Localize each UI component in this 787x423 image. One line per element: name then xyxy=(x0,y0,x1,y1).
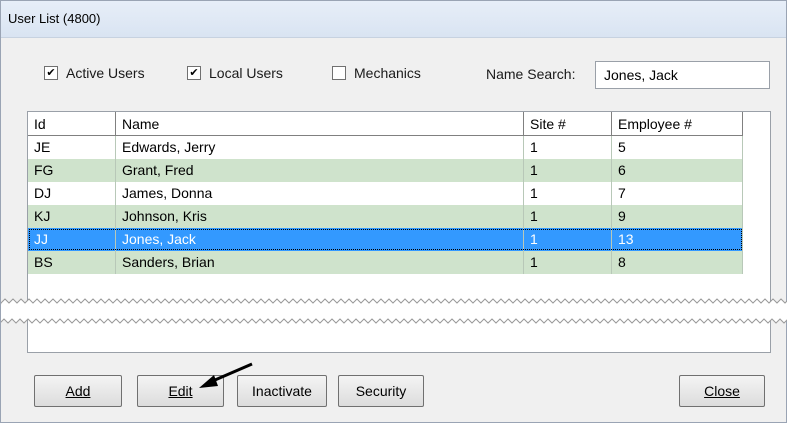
mechanics-check-icon xyxy=(332,66,346,80)
table-row[interactable]: KJ Johnson, Kris 1 9 xyxy=(28,205,743,228)
user-list-window: User List (4800) ✔ Active Users ✔ Local … xyxy=(0,0,787,423)
add-button[interactable]: Add xyxy=(34,375,122,407)
cell-id: JE xyxy=(28,136,116,159)
cell-id: KJ xyxy=(28,205,116,228)
cell-site: 1 xyxy=(524,182,612,205)
cell-name: Grant, Fred xyxy=(116,159,524,182)
column-header-site[interactable]: Site # xyxy=(524,112,612,136)
local-users-checkbox[interactable]: ✔ Local Users xyxy=(187,65,283,81)
cell-site: 1 xyxy=(524,159,612,182)
local-users-check-icon: ✔ xyxy=(187,66,201,80)
table-row[interactable]: JJ Jones, Jack 1 13 xyxy=(28,228,743,251)
cell-name: Sanders, Brian xyxy=(116,251,524,274)
table-row[interactable]: JE Edwards, Jerry 1 5 xyxy=(28,136,743,159)
cell-employee: 5 xyxy=(612,136,743,159)
close-button[interactable]: Close xyxy=(679,375,765,407)
cell-name: Johnson, Kris xyxy=(116,205,524,228)
cell-employee: 9 xyxy=(612,205,743,228)
table-header: Id Name Site # Employee # xyxy=(28,112,743,136)
cell-name: James, Donna xyxy=(116,182,524,205)
close-button-label: Close xyxy=(704,383,740,399)
security-button-label: Security xyxy=(355,383,407,399)
active-users-label: Active Users xyxy=(66,65,145,81)
table-row[interactable]: BS Sanders, Brian 1 8 xyxy=(28,251,743,274)
column-header-name[interactable]: Name xyxy=(116,112,524,136)
torn-edge-divider xyxy=(1,298,787,324)
cell-site: 1 xyxy=(524,251,612,274)
security-button[interactable]: Security xyxy=(338,375,424,407)
active-users-checkbox[interactable]: ✔ Active Users xyxy=(44,65,145,81)
cell-employee: 6 xyxy=(612,159,743,182)
cell-employee: 8 xyxy=(612,251,743,274)
table-row[interactable]: FG Grant, Fred 1 6 xyxy=(28,159,743,182)
window-title: User List (4800) xyxy=(8,11,101,26)
cell-name: Jones, Jack xyxy=(116,228,524,251)
local-users-label: Local Users xyxy=(209,65,283,81)
column-header-id[interactable]: Id xyxy=(28,112,116,136)
cell-employee: 7 xyxy=(612,182,743,205)
cell-id: FG xyxy=(28,159,116,182)
mechanics-checkbox[interactable]: Mechanics xyxy=(332,65,421,81)
cell-id: JJ xyxy=(28,228,116,251)
add-button-label: Add xyxy=(65,383,91,399)
table-row[interactable]: DJ James, Donna 1 7 xyxy=(28,182,743,205)
cell-id: DJ xyxy=(28,182,116,205)
cell-site: 1 xyxy=(524,228,612,251)
name-search-label: Name Search: xyxy=(486,66,576,82)
edit-button-label: Edit xyxy=(168,383,193,399)
title-bar: User List (4800) xyxy=(1,1,786,38)
name-search-input[interactable] xyxy=(595,61,770,89)
inactivate-button-label: Inactivate xyxy=(252,383,312,399)
arrow-pointer-icon xyxy=(199,362,253,388)
mechanics-label: Mechanics xyxy=(354,65,421,81)
cell-id: BS xyxy=(28,251,116,274)
cell-name: Edwards, Jerry xyxy=(116,136,524,159)
cell-employee: 13 xyxy=(612,228,743,251)
cell-site: 1 xyxy=(524,205,612,228)
column-header-employee[interactable]: Employee # xyxy=(612,112,743,136)
active-users-check-icon: ✔ xyxy=(44,66,58,80)
cell-site: 1 xyxy=(524,136,612,159)
